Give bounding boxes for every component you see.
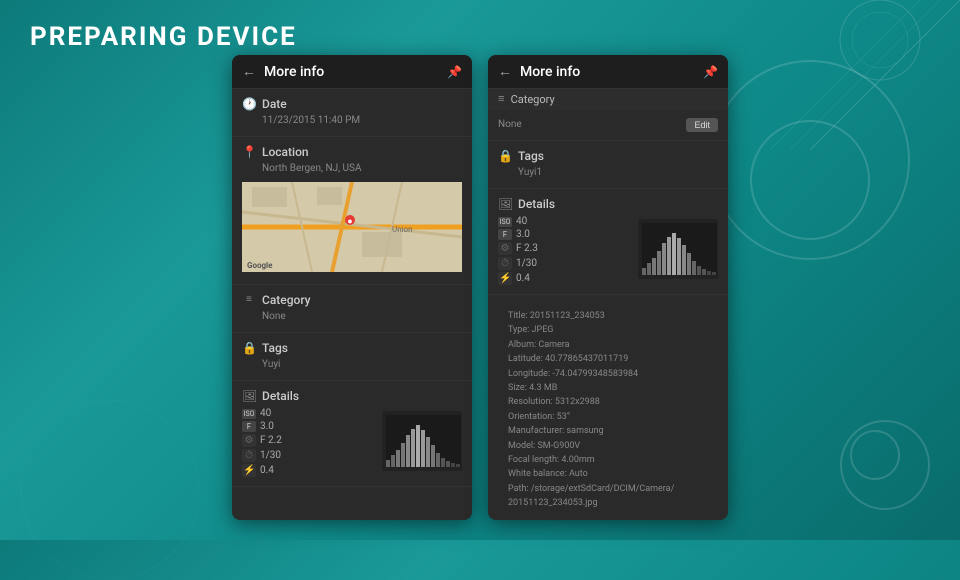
right-detail-row-shutter: ⏱ 1/30 [498, 256, 632, 271]
left-category-label: Category [262, 293, 311, 307]
right-fa-icon: ≡ [498, 94, 505, 106]
right-details-section: 🖼 Details ISO 40 F 3.0 ⚙ [488, 189, 728, 295]
location-label: Location [262, 145, 309, 159]
left-panel: ← More info 📌 🕐 Date 11/23/2015 11:40 PM… [232, 55, 472, 520]
right-category-section: None Edit [488, 110, 728, 141]
right-tags-icon: 🔒 [498, 149, 512, 163]
left-category-icon: ≡ [242, 295, 256, 306]
right-flash-value: 0.4 [516, 273, 530, 284]
right-category-value: None [498, 118, 522, 132]
left-category-value: None [242, 310, 462, 324]
meta-model: Model: SM-G900V [508, 439, 708, 453]
f-value: 3.0 [260, 421, 274, 432]
right-tags-label: Tags [518, 149, 544, 163]
right-detail-row-aperture: ⚙ F 2.3 [498, 241, 632, 256]
right-tags-value: Yuyi1 [498, 166, 718, 180]
right-histogram-chart [638, 219, 718, 279]
right-flash-icon: ⚡ [498, 272, 512, 285]
meta-white-balance: White balance: Auto [508, 467, 708, 481]
shutter-icon: ⏱ [242, 449, 256, 462]
left-panel-content: 🕐 Date 11/23/2015 11:40 PM 📍 Location No… [232, 89, 472, 520]
meta-orientation: Orientation: 53° [508, 410, 708, 424]
left-panel-header: ← More info 📌 [232, 55, 472, 89]
left-back-button[interactable]: ← [242, 63, 256, 80]
location-value: North Bergen, NJ, USA [242, 162, 462, 176]
right-panel-header: ← More info 📌 [488, 55, 728, 89]
edit-button[interactable]: Edit [686, 118, 718, 132]
meta-title: Title: 20151123_234053 [508, 309, 708, 323]
right-shutter-icon: ⏱ [498, 257, 512, 270]
aperture-value: F 2.2 [260, 435, 282, 446]
right-panel-title: More info [520, 64, 695, 80]
right-subheader: ≡ Category [488, 89, 728, 110]
right-f-value: 3.0 [516, 229, 530, 240]
date-section: 🕐 Date 11/23/2015 11:40 PM [232, 89, 472, 137]
meta-longitude: Longitude: -74.04799348583984 [508, 367, 708, 381]
detail-row-f: F 3.0 [242, 420, 376, 433]
right-details-label: Details [518, 197, 555, 211]
left-tags-label: Tags [262, 341, 288, 355]
aperture-icon: ⚙ [242, 434, 256, 447]
right-detail-row-iso: ISO 40 [498, 215, 632, 228]
shutter-value: 1/30 [260, 450, 281, 461]
meta-type: Type: JPEG [508, 323, 708, 337]
left-details-icon: 🖼 [242, 389, 256, 403]
right-iso-icon: ISO [498, 217, 512, 227]
svg-text:Google: Google [247, 261, 273, 270]
date-icon: 🕐 [242, 97, 256, 111]
right-detail-row-f: F 3.0 [498, 228, 632, 241]
map-area[interactable]: ● Google Union [242, 182, 462, 272]
left-details-label: Details [262, 389, 299, 403]
meta-section: Title: 20151123_234053 Type: JPEG Album:… [488, 295, 728, 520]
meta-latitude: Latitude: 40.77865437011719 [508, 352, 708, 366]
date-value: 11/23/2015 11:40 PM [242, 114, 462, 128]
right-pin-icon[interactable]: 📌 [703, 65, 718, 79]
date-label: Date [262, 97, 287, 111]
svg-text:●: ● [347, 217, 352, 227]
left-panel-title: More info [264, 64, 439, 80]
svg-text:Union: Union [392, 225, 413, 234]
left-category-section: ≡ Category None [232, 285, 472, 333]
meta-path: Path: /storage/extSdCard/DCIM/Camera/ 20… [508, 482, 708, 511]
flash-icon: ⚡ [242, 464, 256, 477]
histogram-chart [382, 411, 462, 471]
category-edit-row: None Edit [498, 118, 718, 132]
right-shutter-value: 1/30 [516, 258, 537, 269]
left-tags-value: Yuyi [242, 358, 462, 372]
flash-value: 0.4 [260, 465, 274, 476]
left-tags-icon: 🔒 [242, 341, 256, 355]
panels-container: ← More info 📌 🕐 Date 11/23/2015 11:40 PM… [140, 55, 820, 520]
meta-manufacturer: Manufacturer: samsung [508, 424, 708, 438]
right-fa-title: Category [511, 93, 555, 106]
page-title: PREPARING DEVICE [30, 22, 297, 52]
detail-row-aperture: ⚙ F 2.2 [242, 433, 376, 448]
right-aperture-value: F 2.3 [516, 243, 538, 254]
meta-resolution: Resolution: 5312x2988 [508, 395, 708, 409]
iso-value: 40 [260, 408, 271, 419]
left-pin-icon[interactable]: 📌 [447, 65, 462, 79]
meta-focal-length: Focal length: 4.00mm [508, 453, 708, 467]
meta-album: Album: Camera [508, 338, 708, 352]
right-panel-content: None Edit 🔒 Tags Yuyi1 🖼 Details [488, 110, 728, 520]
location-section: 📍 Location North Bergen, NJ, USA [232, 137, 472, 285]
detail-row-shutter: ⏱ 1/30 [242, 448, 376, 463]
right-f-icon: F [498, 229, 512, 240]
right-tags-section: 🔒 Tags Yuyi1 [488, 141, 728, 189]
f-icon: F [242, 421, 256, 432]
meta-info-block: Title: 20151123_234053 Type: JPEG Album:… [498, 303, 718, 516]
right-detail-row-flash: ⚡ 0.4 [498, 271, 632, 286]
right-iso-value: 40 [516, 216, 527, 227]
right-panel: ← More info 📌 ≡ Category None Edit 🔒 Tag… [488, 55, 728, 520]
location-icon: 📍 [242, 145, 256, 159]
right-back-button[interactable]: ← [498, 63, 512, 80]
left-details-section: 🖼 Details ISO 40 F 3.0 ⚙ [232, 381, 472, 487]
left-tags-section: 🔒 Tags Yuyi [232, 333, 472, 381]
meta-size: Size: 4.3 MB [508, 381, 708, 395]
iso-icon: ISO [242, 409, 256, 419]
right-details-icon: 🖼 [498, 197, 512, 211]
right-aperture-icon: ⚙ [498, 242, 512, 255]
detail-row-flash: ⚡ 0.4 [242, 463, 376, 478]
detail-row-iso: ISO 40 [242, 407, 376, 420]
